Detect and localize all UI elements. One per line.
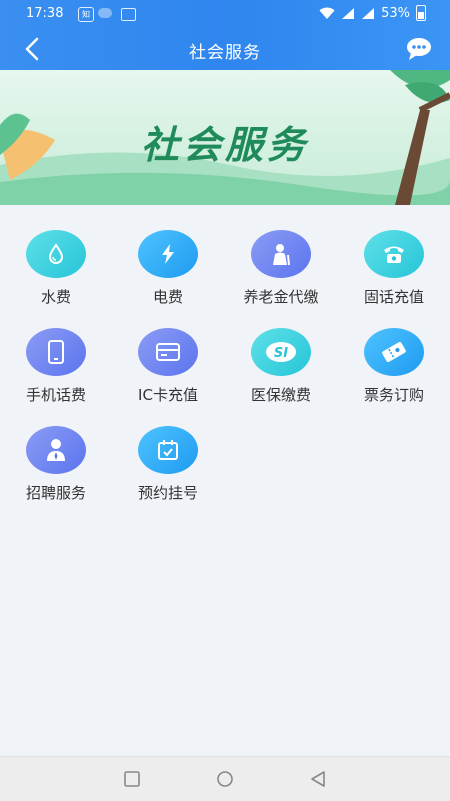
triangle-back-icon[interactable]	[308, 769, 328, 789]
banner: 社会服务	[0, 70, 450, 205]
recruiter-icon	[26, 426, 86, 474]
service-ticket[interactable]: 票务订购	[338, 328, 450, 405]
zhihu-notification-icon: 知	[78, 7, 94, 22]
service-label: 养老金代缴	[243, 288, 319, 306]
signal-2-icon	[362, 7, 375, 19]
service-pension[interactable]: 养老金代缴	[225, 230, 337, 307]
service-label: IC卡充值	[138, 386, 198, 404]
chat-bubble-icon[interactable]	[404, 34, 434, 64]
lightning-icon	[138, 230, 198, 278]
service-iccard[interactable]: IC卡充值	[112, 328, 224, 405]
mobile-phone-icon	[26, 328, 86, 376]
card-icon	[138, 328, 198, 376]
circle-icon[interactable]	[215, 769, 235, 789]
service-recruitment[interactable]: 招聘服务	[0, 426, 112, 503]
service-electric[interactable]: 电费	[112, 230, 224, 307]
service-mobile[interactable]: 手机话费	[0, 328, 112, 405]
service-label: 电费	[152, 288, 183, 306]
battery-icon	[416, 5, 426, 21]
square-icon[interactable]	[122, 769, 142, 789]
service-medical[interactable]: SI 医保缴费	[225, 328, 337, 405]
top-bar: 17:38 知 53% 社会服务	[0, 0, 450, 70]
status-bar: 17:38 知 53%	[0, 0, 450, 28]
cloud-notification-icon	[98, 8, 112, 18]
svg-text:SI: SI	[274, 346, 288, 361]
elderly-person-icon	[251, 230, 311, 278]
service-landline[interactable]: 固话充值	[338, 230, 450, 307]
service-label: 招聘服务	[25, 484, 86, 502]
status-right: 53%	[319, 5, 426, 21]
service-appointment[interactable]: 预约挂号	[112, 426, 224, 503]
service-label: 水费	[40, 288, 71, 306]
ticket-icon	[364, 328, 424, 376]
system-nav-bar	[0, 756, 450, 801]
image-notification-icon	[121, 8, 136, 21]
app-header: 社会服务	[0, 28, 450, 70]
service-label: 预约挂号	[137, 484, 198, 502]
service-label: 票务订购	[363, 386, 424, 404]
service-label: 手机话费	[25, 386, 86, 404]
signal-icon	[342, 7, 355, 19]
service-label: 固话充值	[363, 288, 424, 306]
telephone-icon	[364, 230, 424, 278]
banner-title: 社会服务	[140, 123, 309, 167]
insurance-badge-icon: SI	[251, 328, 311, 376]
water-drop-icon	[26, 230, 86, 278]
service-label: 医保缴费	[250, 386, 311, 404]
calendar-check-icon	[138, 426, 198, 474]
wifi-icon	[319, 7, 335, 19]
page-title: 社会服务	[189, 43, 261, 63]
battery-percent: 53%	[381, 5, 410, 21]
service-water[interactable]: 水费	[0, 230, 112, 307]
status-time: 17:38	[26, 6, 64, 21]
